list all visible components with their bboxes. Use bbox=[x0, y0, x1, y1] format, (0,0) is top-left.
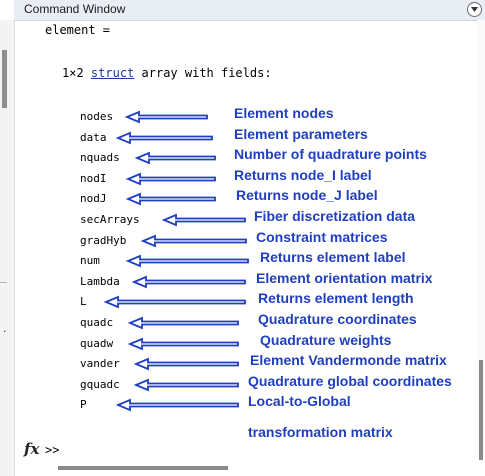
field-annotation: Element parameters bbox=[234, 125, 368, 142]
field-annotation: Returns element length bbox=[258, 290, 414, 307]
arrow-left-icon bbox=[127, 337, 239, 350]
arrow-left-icon bbox=[115, 399, 239, 412]
arrow-left-icon bbox=[124, 110, 208, 124]
horizontal-scroll-thumb[interactable] bbox=[58, 466, 228, 470]
arrow-left-icon bbox=[140, 234, 247, 247]
field-name: nodI bbox=[80, 171, 107, 185]
arrow-left-icon bbox=[134, 151, 216, 165]
struct-link[interactable]: struct bbox=[91, 66, 134, 80]
chevron-down-icon bbox=[471, 7, 478, 12]
field-annotation: Local-to-Global bbox=[248, 393, 351, 410]
vertical-scrollbar[interactable] bbox=[477, 20, 485, 460]
command-prompt[interactable]: >> bbox=[45, 443, 59, 457]
summary-suffix: array with fields: bbox=[141, 66, 272, 80]
field-annotation: Element orientation matrix bbox=[256, 269, 433, 286]
annotation-continued: transformation matrix bbox=[248, 424, 393, 440]
field-name: nodJ bbox=[80, 192, 107, 206]
function-icon[interactable]: fx bbox=[24, 440, 39, 458]
field-name: quadw bbox=[80, 336, 114, 350]
vertical-scroll-thumb[interactable] bbox=[479, 360, 483, 460]
field-name: L bbox=[80, 295, 87, 309]
field-annotation: Quadrature coordinates bbox=[258, 311, 417, 327]
arrow-left-icon bbox=[131, 275, 246, 289]
field-annotation: Element nodes bbox=[234, 105, 334, 121]
field-name: vander bbox=[80, 357, 120, 371]
arrow-left-icon bbox=[133, 357, 239, 371]
arrow-left-icon bbox=[127, 316, 239, 330]
field-annotation: Fiber discretization data bbox=[254, 208, 416, 224]
panel-splitter[interactable] bbox=[2, 50, 7, 108]
field-annotation: Returns node_I label bbox=[234, 166, 372, 183]
panel-dot: . bbox=[3, 322, 7, 335]
field-name: quadc bbox=[80, 316, 114, 329]
arrow-left-icon bbox=[125, 193, 216, 206]
field-annotation: Returns element label bbox=[260, 249, 406, 266]
arrow-left-icon bbox=[133, 378, 239, 392]
arrow-left-icon bbox=[103, 296, 246, 309]
arrow-left-icon bbox=[161, 213, 246, 227]
field-annotation: Returns node_J label bbox=[236, 187, 378, 204]
command-window-titlebar: Command Window bbox=[14, 0, 485, 21]
field-annotation: Quadrature weights bbox=[260, 331, 392, 348]
field-name: data bbox=[80, 130, 107, 144]
field-name: nodes bbox=[80, 110, 114, 123]
summary-line: 1×2 struct array with fields: bbox=[62, 66, 272, 80]
left-panel-edge: . bbox=[0, 20, 15, 476]
field-name: gquadc bbox=[80, 377, 120, 391]
field-name: secArrays bbox=[80, 213, 140, 226]
field-annotation: Constraint matrices bbox=[256, 228, 388, 245]
field-annotation: Quadrature global coordinates bbox=[248, 372, 452, 389]
window-menu-button[interactable] bbox=[467, 2, 482, 17]
echo-line: element = bbox=[45, 23, 111, 37]
arrow-left-icon bbox=[125, 254, 249, 268]
field-name: Lambda bbox=[80, 274, 120, 288]
summary-prefix: 1×2 bbox=[62, 66, 84, 80]
panel-divider bbox=[0, 282, 7, 293]
field-annotation: Element Vandermonde matrix bbox=[250, 352, 447, 369]
field-annotation: Number of quadrature points bbox=[234, 146, 427, 163]
field-name: gradHyb bbox=[80, 233, 127, 247]
field-name: P bbox=[80, 398, 87, 412]
arrow-left-icon bbox=[125, 172, 216, 186]
field-name: num bbox=[80, 254, 100, 268]
field-name: nquads bbox=[80, 151, 120, 165]
window-title: Command Window bbox=[24, 2, 126, 16]
arrow-left-icon bbox=[115, 131, 213, 144]
